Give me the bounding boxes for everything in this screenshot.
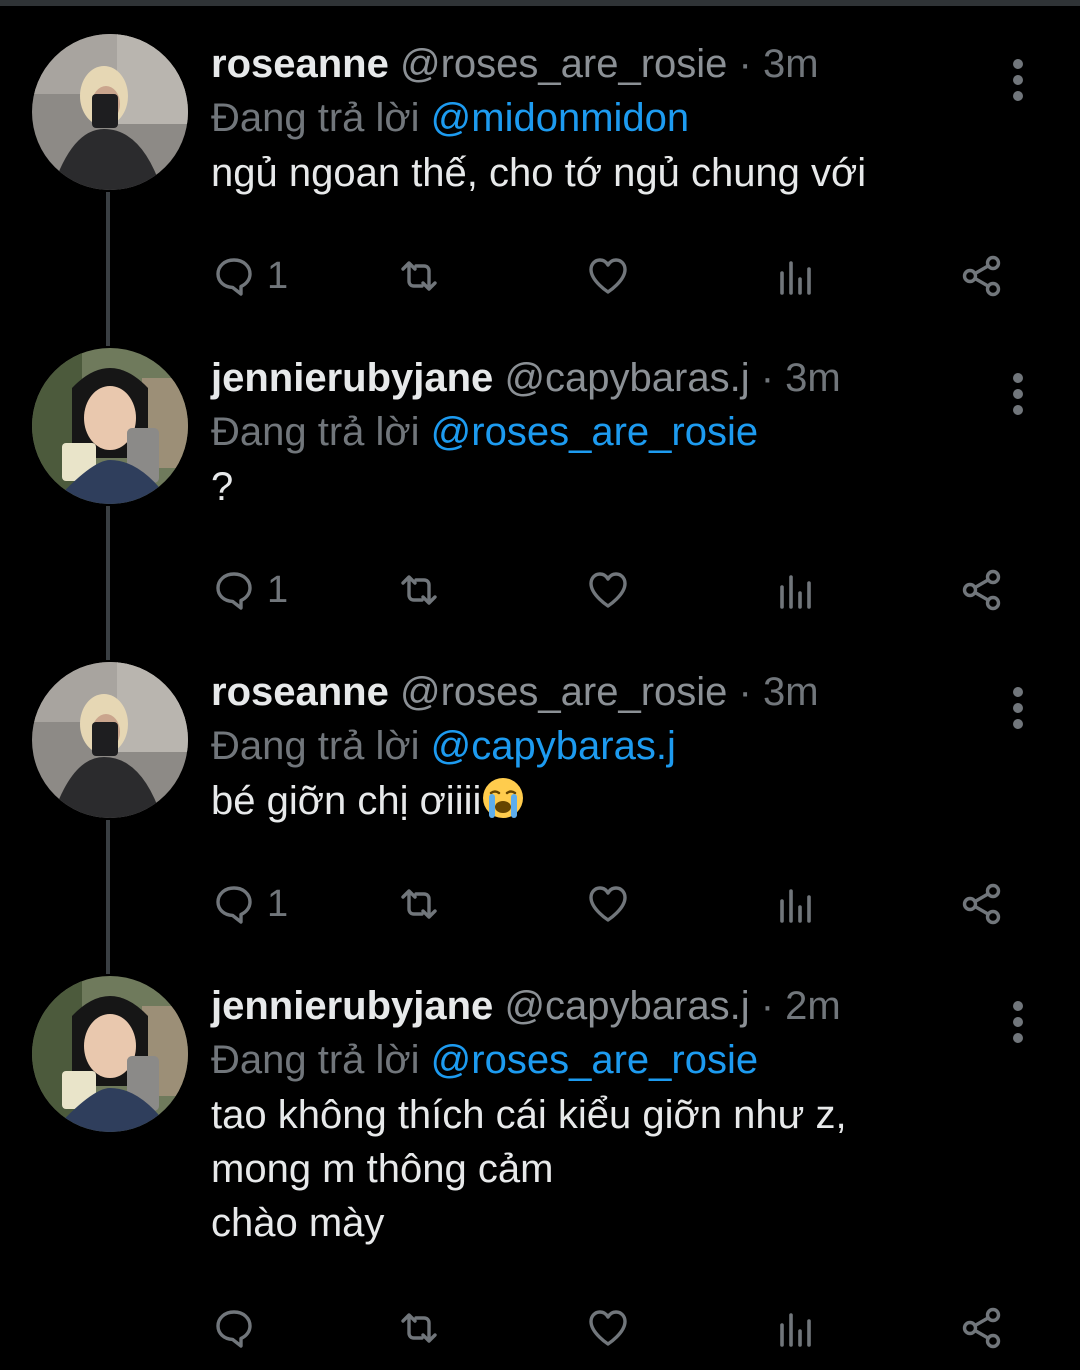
like-button[interactable] bbox=[585, 246, 631, 306]
display-name[interactable]: jennierubyjane bbox=[211, 356, 493, 400]
tweet-header: roseanne @roses_are_rosie · 3m bbox=[211, 668, 819, 716]
share-button[interactable] bbox=[959, 246, 1005, 306]
display-name[interactable]: roseanne bbox=[211, 42, 389, 86]
bar-chart-icon bbox=[780, 261, 811, 295]
bar-chart-icon bbox=[780, 1313, 811, 1347]
tweet-actions bbox=[211, 1298, 1031, 1358]
reply-mention-link[interactable]: @capybaras.j bbox=[431, 724, 676, 768]
replying-to-line: Đang trả lời @roses_are_rosie bbox=[211, 408, 758, 456]
speech-bubble-icon bbox=[216, 1310, 252, 1348]
user-handle[interactable]: @roses_are_rosie bbox=[400, 670, 727, 714]
views-button[interactable] bbox=[773, 560, 819, 620]
tweet-header: roseanne @roses_are_rosie · 3m bbox=[211, 40, 819, 88]
heart-icon bbox=[589, 886, 627, 922]
display-name[interactable]: jennierubyjane bbox=[211, 984, 493, 1028]
reply-count: 1 bbox=[267, 882, 289, 925]
retweet-button[interactable] bbox=[396, 246, 442, 306]
tweet-actions: 1 bbox=[211, 874, 1031, 934]
retweet-icon bbox=[401, 1313, 437, 1343]
avatar[interactable] bbox=[32, 348, 188, 504]
reply-button[interactable]: 1 bbox=[211, 560, 288, 620]
reply-count: 1 bbox=[267, 568, 289, 611]
timestamp[interactable]: · 2m bbox=[761, 984, 841, 1028]
bar-chart-icon bbox=[780, 889, 811, 923]
share-icon bbox=[962, 255, 1001, 297]
timestamp[interactable]: · 3m bbox=[739, 42, 819, 86]
more-options-icon[interactable] bbox=[1003, 368, 1033, 428]
heart-icon bbox=[589, 1310, 627, 1346]
more-options-icon[interactable] bbox=[1003, 54, 1033, 114]
bar-chart-icon bbox=[780, 575, 811, 609]
thread-connector bbox=[106, 506, 110, 660]
replying-prefix: Đang trả lời bbox=[211, 1038, 420, 1082]
share-icon bbox=[962, 883, 1001, 925]
views-button[interactable] bbox=[773, 874, 819, 934]
reply-mention-link[interactable]: @roses_are_rosie bbox=[431, 1038, 758, 1082]
user-handle[interactable]: @capybaras.j bbox=[504, 984, 749, 1028]
avatar-roseanne-image bbox=[32, 662, 188, 818]
share-icon bbox=[962, 1307, 1001, 1349]
speech-bubble-icon bbox=[216, 258, 252, 296]
loudly-crying-face-icon bbox=[481, 776, 525, 820]
share-icon bbox=[962, 569, 1001, 611]
thread-connector bbox=[106, 820, 110, 974]
avatar-jennierubyjane-image bbox=[32, 976, 188, 1132]
reply-mention-link[interactable]: @midonmidon bbox=[431, 96, 690, 140]
reply-button[interactable]: 1 bbox=[211, 246, 288, 306]
speech-bubble-icon bbox=[216, 572, 252, 610]
replying-to-line: Đang trả lời @midonmidon bbox=[211, 94, 689, 142]
thread-view: roseanne @roses_are_rosie · 3m Đang trả … bbox=[0, 0, 1080, 1370]
avatar[interactable] bbox=[32, 34, 188, 190]
tweet-header: jennierubyjane @capybaras.j · 2m bbox=[211, 982, 841, 1030]
tweet-header: jennierubyjane @capybaras.j · 3m bbox=[211, 354, 841, 402]
avatar-roseanne-image bbox=[32, 34, 188, 190]
timestamp[interactable]: · 3m bbox=[739, 670, 819, 714]
display-name[interactable]: roseanne bbox=[211, 670, 389, 714]
heart-icon bbox=[589, 572, 627, 608]
reply-count: 1 bbox=[267, 254, 289, 297]
timestamp[interactable]: · 3m bbox=[761, 356, 841, 400]
reply-button[interactable]: 1 bbox=[211, 874, 288, 934]
retweet-icon bbox=[401, 575, 437, 605]
more-options-icon[interactable] bbox=[1003, 682, 1033, 742]
heart-icon bbox=[589, 258, 627, 294]
replying-prefix: Đang trả lời bbox=[211, 96, 420, 140]
speech-bubble-icon bbox=[216, 886, 252, 924]
avatar-jennierubyjane-image bbox=[32, 348, 188, 504]
replying-prefix: Đang trả lời bbox=[211, 410, 420, 454]
tweet-actions: 1 bbox=[211, 246, 1031, 306]
tweet-text: bé giỡn chị ơiiii bbox=[211, 779, 482, 823]
retweet-icon bbox=[401, 261, 437, 291]
share-button[interactable] bbox=[959, 560, 1005, 620]
tweet-text: ngủ ngoan thế, cho tớ ngủ chung với bbox=[211, 151, 867, 195]
views-button[interactable] bbox=[773, 1298, 819, 1358]
tweet-text-container: bé giỡn chị ơiiii bbox=[211, 774, 1031, 828]
retweet-button[interactable] bbox=[396, 560, 442, 620]
user-handle[interactable]: @capybaras.j bbox=[504, 356, 749, 400]
tweet-actions: 1 bbox=[211, 560, 1031, 620]
like-button[interactable] bbox=[585, 874, 631, 934]
more-options-icon[interactable] bbox=[1003, 996, 1033, 1056]
like-button[interactable] bbox=[585, 560, 631, 620]
top-divider bbox=[0, 0, 1080, 6]
reply-mention-link[interactable]: @roses_are_rosie bbox=[431, 410, 758, 454]
replying-prefix: Đang trả lời bbox=[211, 724, 420, 768]
avatar[interactable] bbox=[32, 662, 188, 818]
share-button[interactable] bbox=[959, 1298, 1005, 1358]
tweet-text: ? bbox=[211, 465, 234, 509]
avatar[interactable] bbox=[32, 976, 188, 1132]
views-button[interactable] bbox=[773, 246, 819, 306]
replying-to-line: Đang trả lời @roses_are_rosie bbox=[211, 1036, 758, 1084]
user-handle[interactable]: @roses_are_rosie bbox=[400, 42, 727, 86]
reply-button[interactable] bbox=[211, 1298, 267, 1358]
tweet-text: tao không thích cái kiểu giỡn như z, mon… bbox=[211, 1093, 847, 1245]
replying-to-line: Đang trả lời @capybaras.j bbox=[211, 722, 676, 770]
like-button[interactable] bbox=[585, 1298, 631, 1358]
share-button[interactable] bbox=[959, 874, 1005, 934]
retweet-button[interactable] bbox=[396, 1298, 442, 1358]
thread-connector bbox=[106, 192, 110, 346]
retweet-button[interactable] bbox=[396, 874, 442, 934]
retweet-icon bbox=[401, 889, 437, 919]
